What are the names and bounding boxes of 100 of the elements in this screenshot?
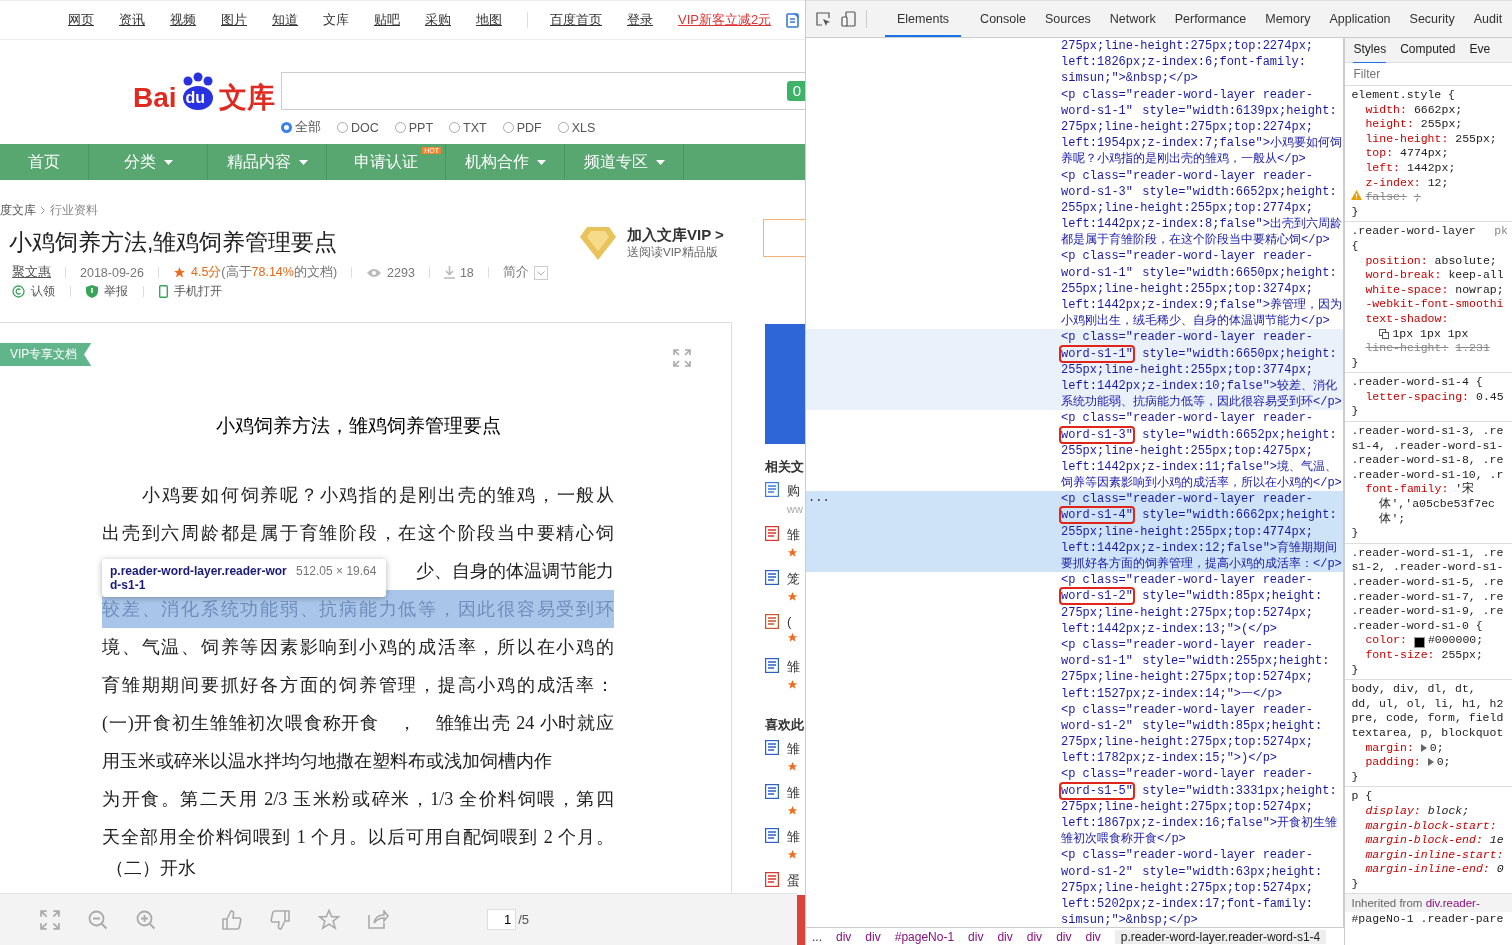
css-declaration[interactable]: color: #000000; bbox=[1351, 633, 1512, 648]
dom-breadcrumb[interactable]: div bbox=[836, 929, 852, 944]
shadow-editor-icon[interactable] bbox=[1379, 328, 1390, 339]
nav-link[interactable]: 网页 bbox=[68, 11, 94, 29]
css-selector[interactable]: dd, ul, ol, li, h1, h2 bbox=[1351, 696, 1504, 710]
nav-link[interactable]: VIP新客立减2元 bbox=[678, 11, 772, 29]
dom-node[interactable]: <p class="reader-word-layer reader- word-s1-5" style="width:3331px;height: 275px;line-height:275px;top:5274px; left:1867px;z-index:16;false">开食初生雏 雏初次喂食称开食</p> bbox=[806, 766, 1344, 848]
css-selector[interactable]: .reader-word-s1-1, .re bbox=[1351, 545, 1504, 559]
file-icon[interactable] bbox=[765, 526, 779, 541]
zoom-out-icon[interactable] bbox=[88, 909, 108, 930]
filter-field[interactable]: Filter bbox=[1345, 63, 1512, 86]
file-type-radio[interactable]: PDF bbox=[502, 119, 542, 136]
file-icon[interactable] bbox=[765, 614, 779, 629]
file-type-radio[interactable]: TXT bbox=[449, 119, 487, 136]
css-selector[interactable]: p { bbox=[1351, 789, 1373, 803]
dom-breadcrumb[interactable]: div bbox=[1026, 929, 1043, 944]
css-selector[interactable]: s1-4, .reader-word-s1- bbox=[1351, 438, 1504, 452]
file-type-radio[interactable]: PPT bbox=[394, 119, 434, 136]
dom-breadcrumb[interactable]: div bbox=[1085, 929, 1101, 944]
dom-breadcrumb[interactable]: ... bbox=[812, 929, 822, 944]
css-selector[interactable]: .reader-word-s1-9, .re bbox=[1351, 604, 1504, 618]
file-icon[interactable] bbox=[765, 740, 779, 755]
fullscreen-icon[interactable] bbox=[673, 349, 691, 367]
file-icon[interactable] bbox=[765, 828, 779, 843]
related-link[interactable]: 雏 bbox=[787, 740, 800, 758]
css-declaration[interactable]: z-index: 12; bbox=[1351, 175, 1512, 191]
file-icon[interactable] bbox=[765, 872, 779, 887]
devtools-tab[interactable]: Console bbox=[980, 1, 1026, 37]
summary-link[interactable]: 简介 bbox=[502, 264, 529, 281]
devtools-tab[interactable]: Security bbox=[1409, 1, 1455, 37]
device-icon[interactable] bbox=[841, 11, 856, 27]
css-declaration[interactable]: left: 1442px; bbox=[1351, 160, 1512, 176]
css-selector[interactable]: .reader-word-s1-10, .r bbox=[1351, 467, 1504, 481]
nav-link[interactable]: 文库 bbox=[323, 11, 349, 29]
related-link[interactable]: 雏 bbox=[787, 658, 800, 676]
css-declaration[interactable]: word-break: keep-all bbox=[1351, 268, 1512, 283]
vip-title[interactable]: 加入文库VIP > bbox=[627, 226, 724, 245]
breadcrumb-link[interactable]: 度文库 bbox=[0, 202, 36, 219]
devtools-tab[interactable]: Elements bbox=[885, 1, 962, 37]
related-link[interactable]: 笼 bbox=[787, 570, 800, 588]
css-selector[interactable]: pre, code, form, field bbox=[1351, 711, 1504, 725]
css-declaration[interactable]: line-height: 1.231 bbox=[1351, 341, 1512, 356]
devtools-tab[interactable]: Memory bbox=[1265, 1, 1311, 37]
css-declaration[interactable]: 体'; bbox=[1351, 511, 1512, 527]
dom-node[interactable]: ... <p class="reader-word-layer reader- word-s1-4" style="width:6662px;height: 255px;line-height:255px;top:4774px; left:1442px;z-index:12;false">育雏期期间 要抓好各方面的饲养管理，提高小鸡的成活率：</p> bbox=[806, 491, 1344, 573]
mobile-link[interactable]: 手机打开 bbox=[174, 283, 222, 300]
devtools-tab[interactable]: Network bbox=[1109, 1, 1156, 37]
report-link[interactable]: 举报 bbox=[104, 283, 128, 300]
dom-breadcrumb[interactable]: div bbox=[865, 929, 881, 944]
vip-promo[interactable]: 加入文库VIP > 送阅读VIP精品版 bbox=[579, 223, 724, 263]
file-icon[interactable] bbox=[765, 658, 779, 673]
nav-link[interactable]: 登录 bbox=[627, 11, 653, 29]
file-icon[interactable] bbox=[765, 482, 779, 497]
css-selector[interactable]: .reader-word-layer bbox=[1351, 224, 1476, 238]
nav-link[interactable]: 采购 bbox=[425, 11, 451, 29]
dom-node[interactable]: <p class="reader-word-layer reader- word-s1-2" style="width:63px;height: 275px;line-height:275px;top:5274px; left:5202px;z-index:17;font-family: simsun;">&nbsp;</p> bbox=[806, 847, 1344, 927]
css-selector[interactable]: .reader-word-s1-8, .re bbox=[1351, 453, 1504, 467]
css-selector[interactable]: s1-2, .reader-word-s1- bbox=[1351, 560, 1504, 574]
related-link[interactable]: 蛋 bbox=[787, 872, 800, 890]
dom-node[interactable]: <p class="reader-word-layer reader- word-s1-1" style="width:255px;height: 275px;line-height:275px;top:5274px; left:1527px;z-index:14;">一</p> bbox=[806, 636, 1344, 702]
related-link[interactable]: 购 bbox=[787, 482, 803, 500]
claim-link[interactable]: 认领 bbox=[31, 283, 55, 300]
css-declaration[interactable]: letter-spacing: 0.45 bbox=[1351, 389, 1512, 405]
css-selector[interactable]: .reader-word-s1-7, .re bbox=[1351, 589, 1504, 603]
css-selector[interactable]: { bbox=[1351, 238, 1359, 252]
thumbs-down-icon[interactable] bbox=[270, 909, 290, 930]
nav-link[interactable]: 贴吧 bbox=[374, 11, 400, 29]
nav-link[interactable]: 地图 bbox=[476, 11, 502, 29]
file-type-radio[interactable]: DOC bbox=[337, 119, 379, 136]
css-selector[interactable]: textarea, p, blockquot bbox=[1351, 725, 1504, 739]
css-declaration[interactable]: margin: 0; bbox=[1351, 740, 1512, 756]
css-declaration[interactable]: width: 6662px; bbox=[1351, 102, 1512, 118]
css-declaration[interactable]: height: 255px; bbox=[1351, 117, 1512, 132]
nav-link[interactable]: 资讯 bbox=[119, 11, 145, 29]
related-link[interactable]: 雏 bbox=[787, 828, 800, 846]
zoom-in-icon[interactable] bbox=[136, 909, 156, 930]
css-declaration[interactable]: margin-block-start: bbox=[1351, 818, 1512, 834]
css-declaration[interactable]: 1px 1px 1px bbox=[1351, 326, 1512, 342]
css-selector[interactable]: body, div, dl, dt, bbox=[1351, 682, 1476, 696]
devtools-tab[interactable]: Performance bbox=[1174, 1, 1247, 37]
css-declaration[interactable]: top: 4774px; bbox=[1351, 146, 1512, 161]
share-icon[interactable] bbox=[368, 910, 389, 929]
page-number-field[interactable]: 1 bbox=[487, 909, 517, 930]
css-selector[interactable]: .reader-word-s1-5, .re bbox=[1351, 575, 1504, 588]
file-icon[interactable] bbox=[765, 784, 779, 799]
dom-node[interactable]: <p class="reader-word-layer reader- word-s1-1" style="width:6650px;height: 255px;line-height:255px;top:3274px; left:1442px;z-index:9;false">养管理，因为 小鸡刚出生，绒毛稀少、自身的体温调节能力</p> bbox=[806, 248, 1344, 330]
dom-breadcrumb[interactable]: div bbox=[1056, 929, 1072, 944]
devtools-tab[interactable]: Sources bbox=[1045, 1, 1091, 37]
css-declaration[interactable]: margin-block-end: 1e bbox=[1351, 833, 1512, 848]
styles-tab[interactable]: Computed bbox=[1400, 38, 1456, 64]
css-selector[interactable]: #pageNo-1 .reader-pare bbox=[1351, 912, 1504, 926]
devtools-tab[interactable]: Application bbox=[1329, 1, 1391, 37]
css-declaration[interactable]: padding: 0; bbox=[1351, 755, 1512, 770]
dom-breadcrumb[interactable]: p.reader-word-layer.reader-word-s1-4 bbox=[1114, 929, 1327, 944]
css-declaration[interactable]: margin-inline-end: 0 bbox=[1351, 862, 1512, 877]
dom-node[interactable]: <p class="reader-word-layer reader- word-s1-1" style="width:6139px;height: 275px;line-height:275px;top:2274px; left:1954px;z-index:7;false">小鸡要如何饲 养呢？小鸡指的是刚出壳的雏鸡，一般从</p> bbox=[806, 86, 1344, 168]
author-link[interactable]: 聚文惠 bbox=[12, 264, 51, 281]
styles-tab[interactable]: Eve bbox=[1469, 38, 1491, 64]
css-declaration[interactable]: white-space: nowrap; bbox=[1351, 282, 1512, 298]
dom-node[interactable]: <p class="reader-word-layer reader- word-s1-3" style="width:6652px;height: 255px;line-height:255px;top:2774px; left:1442px;z-index:8;false">出壳到六周龄 都是属于育雏阶段，在这个阶段当中要精心饲</p> bbox=[806, 167, 1344, 249]
